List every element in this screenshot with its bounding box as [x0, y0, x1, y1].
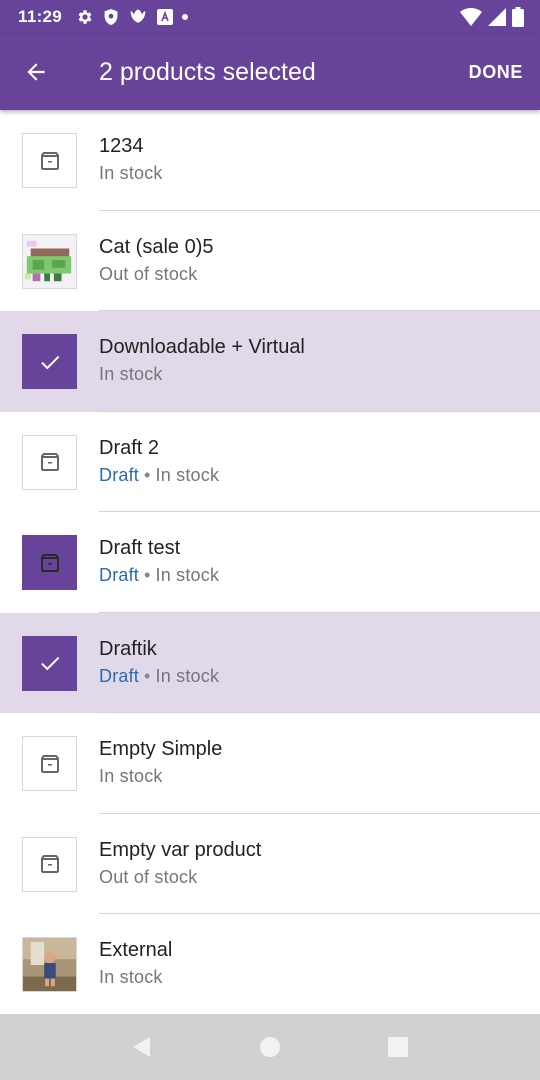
settings-icon [78, 10, 92, 24]
product-thumbnail [22, 937, 77, 992]
stock-status: In stock [99, 364, 163, 384]
triangle-back-icon [133, 1037, 150, 1057]
product-thumbnail [22, 233, 77, 289]
product-thumbnail [22, 434, 77, 490]
product-name: Empty Simple [99, 738, 223, 760]
paw-icon [130, 9, 146, 23]
archive-icon [40, 754, 59, 773]
back-button[interactable] [16, 52, 56, 92]
cat-image [23, 234, 76, 288]
system-nav-bar [0, 1014, 540, 1080]
product-status: Draft • In stock [99, 465, 219, 486]
product-status: Draft • In stock [99, 666, 219, 687]
product-thumbnail [22, 535, 77, 590]
product-status: In stock [99, 967, 163, 988]
product-row[interactable]: Downloadable + Virtual In stock [0, 311, 540, 412]
product-status: In stock [99, 163, 163, 184]
product-name: Draft 2 [99, 436, 160, 459]
product-thumbnail [22, 334, 77, 389]
product-thumbnail [22, 736, 77, 791]
product-thumbnail [22, 635, 77, 691]
stock-status: In stock [155, 565, 220, 585]
draft-label: Draft [99, 665, 140, 686]
page-title: 2 products selected [99, 57, 316, 86]
stock-status: In stock [99, 766, 163, 786]
nav-recents-button[interactable] [378, 1027, 418, 1067]
archive-icon [40, 151, 59, 170]
stock-status: In stock [155, 464, 220, 485]
product-row[interactable]: Draft 2 Draft • In stock [0, 412, 540, 512]
draft-label: Draft [99, 464, 140, 485]
archive-icon [40, 453, 59, 471]
status-time: 11:29 [18, 7, 63, 26]
stock-status: In stock [99, 967, 163, 987]
stock-status: In stock [99, 163, 163, 183]
product-row[interactable]: External In stock [0, 914, 540, 1014]
product-name: Empty var product [99, 838, 262, 861]
stock-status: In stock [155, 665, 220, 686]
product-row[interactable]: Empty var product Out of stock [0, 814, 540, 914]
nav-back-button[interactable] [122, 1027, 162, 1067]
nav-home-button[interactable] [250, 1027, 290, 1067]
photo-image [23, 938, 76, 991]
product-status: Out of stock [99, 264, 197, 285]
product-row[interactable]: Draft test Draft • In stock [0, 512, 540, 613]
product-name: 1234 [99, 135, 144, 157]
product-status: Out of stock [99, 867, 197, 888]
product-status: Draft • In stock [99, 565, 219, 586]
product-name: External [99, 939, 173, 961]
product-status: In stock [99, 766, 163, 787]
square-recents-icon [388, 1037, 408, 1057]
system-status [460, 7, 524, 27]
product-row[interactable]: Empty Simple In stock [0, 713, 540, 814]
product-name: Draft test [99, 537, 181, 559]
separator-dot: • [144, 565, 151, 585]
shield-icon [104, 9, 118, 25]
wifi-icon [460, 8, 482, 26]
product-name: Downloadable + Virtual [99, 336, 305, 358]
product-name: Cat (sale 0)5 [99, 235, 214, 258]
arrow-back-icon [27, 63, 45, 81]
dot-icon [182, 14, 189, 20]
separator-dot: • [144, 665, 151, 686]
product-status: In stock [99, 364, 163, 385]
archive-icon [40, 553, 59, 572]
draft-label: Draft [99, 565, 140, 585]
check-icon [40, 656, 59, 671]
product-thumbnail [22, 836, 77, 892]
stock-status: Out of stock [99, 866, 198, 887]
app-bar: 2 products selected DONE [0, 34, 540, 110]
status-bar: 11:29 [0, 0, 540, 34]
a-box-icon [157, 9, 174, 25]
done-button[interactable]: DONE [469, 62, 523, 83]
stock-status: Out of stock [99, 263, 198, 284]
signal-icon [488, 8, 506, 26]
separator-dot: • [144, 464, 151, 485]
notification-icons [76, 8, 189, 26]
product-row[interactable]: Draftik Draft • In stock [0, 612, 540, 713]
product-name: Draftik [99, 637, 157, 660]
product-row[interactable]: Cat (sale 0)5 Out of stock [0, 211, 540, 311]
product-list: 1234 In stock Cat (sale 0)5 Out of stock [0, 110, 540, 1014]
product-row[interactable]: 1234 In stock [0, 110, 540, 211]
product-thumbnail [22, 133, 77, 188]
check-icon [40, 355, 59, 369]
archive-icon [40, 855, 59, 873]
circle-home-icon [260, 1037, 280, 1057]
battery-icon [512, 7, 524, 27]
